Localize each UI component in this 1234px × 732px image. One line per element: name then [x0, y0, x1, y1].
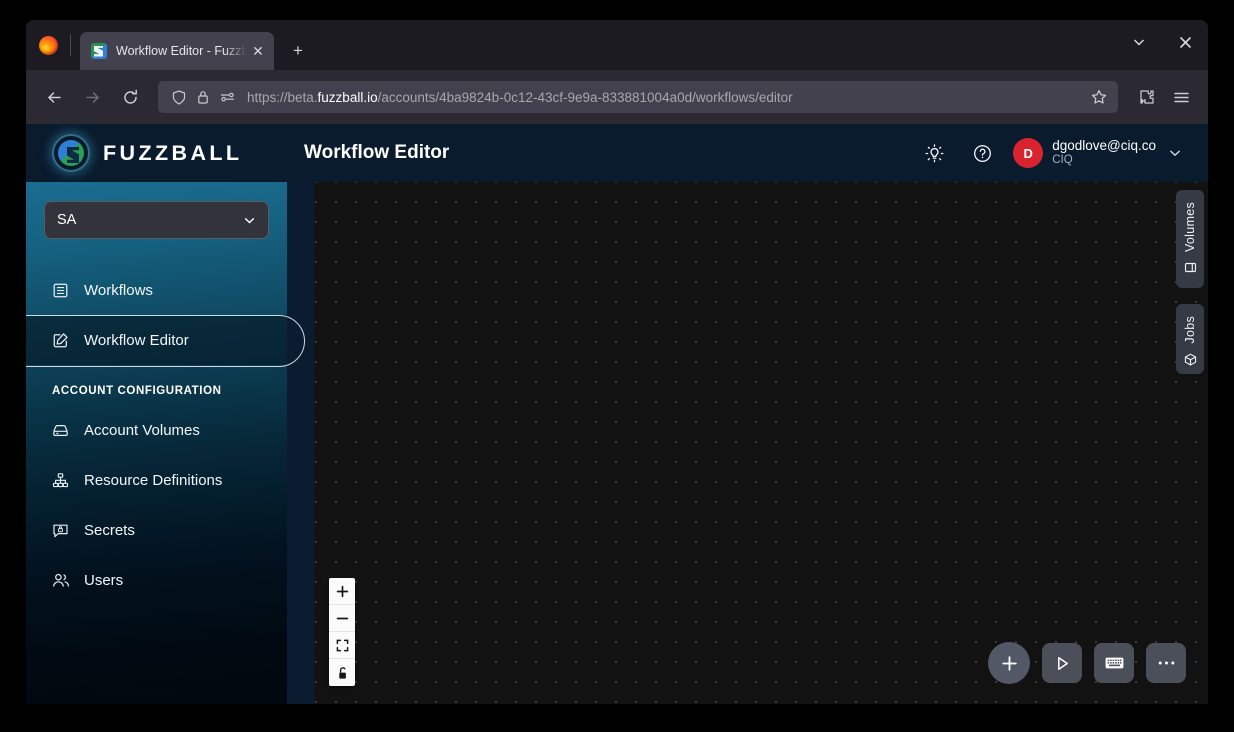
question-circle-icon[interactable] [965, 136, 999, 170]
user-org: CIQ [1052, 154, 1073, 167]
browser-nav-bar: https://beta.fuzzball.io/accounts/4ba982… [26, 70, 1208, 124]
more-options-button[interactable] [1146, 643, 1186, 683]
secret-lock-icon [52, 522, 74, 539]
hierarchy-icon [52, 472, 74, 489]
browser-tab-active[interactable]: Workflow Editor - Fuzzball ✕ [80, 32, 274, 70]
users-icon [52, 572, 74, 589]
window-controls [1116, 20, 1208, 64]
cube-icon [1184, 353, 1197, 366]
side-tab-jobs-label: Jobs [1183, 316, 1197, 344]
org-selector-value: SA [57, 212, 77, 228]
star-bookmark-icon[interactable] [1086, 84, 1112, 110]
reload-button[interactable] [114, 81, 146, 113]
url-bar[interactable]: https://beta.fuzzball.io/accounts/4ba982… [158, 81, 1118, 113]
sidebar-item-users[interactable]: Users [26, 555, 287, 605]
user-info[interactable]: dgodlove@ciq.co CIQ [1052, 138, 1156, 167]
canvas-action-bar [988, 642, 1186, 684]
sidebar-section-label: ACCOUNT CONFIGURATION [52, 385, 222, 397]
tab-strip-divider [70, 34, 71, 56]
user-email: dgodlove@ciq.co [1052, 138, 1156, 154]
app-header: FUZZBALL Workflow Editor D dgodlove@ciq.… [26, 124, 1208, 182]
sidebar-primary-nav: Workflows Workflow Editor [26, 265, 305, 367]
firefox-logo-icon [26, 20, 70, 70]
fuzzball-app: Volumes Jobs SA Workflows Workflow Edito… [26, 124, 1208, 704]
close-tab-icon[interactable]: ✕ [248, 41, 268, 61]
chevron-down-icon [243, 214, 256, 227]
canvas-side-tabs: Volumes Jobs [1176, 190, 1204, 374]
browser-window: Workflow Editor - Fuzzball ✕ + https://b… [26, 20, 1208, 704]
toggle-interactivity-button[interactable] [329, 659, 355, 686]
side-tab-volumes-label: Volumes [1183, 202, 1197, 253]
page-title: Workflow Editor [304, 142, 450, 163]
fit-view-button[interactable] [329, 632, 355, 659]
url-path: /accounts/4ba9824b-0c12-43cf-9e9a-833881… [377, 89, 793, 105]
url-host: fuzzball.io [317, 89, 378, 105]
sidebar-item-workflows-label: Workflows [84, 281, 153, 299]
brand-name: FUZZBALL [103, 140, 243, 165]
browser-tab-title: Workflow Editor - Fuzzball [116, 44, 248, 58]
editor-keyboard-button[interactable] [1094, 643, 1134, 683]
zoom-out-button[interactable] [329, 605, 355, 632]
sidebar-item-workflow-editor-label: Workflow Editor [84, 331, 189, 349]
fuzzball-favicon-icon [91, 43, 107, 59]
list-all-tabs-icon[interactable] [1116, 20, 1162, 64]
side-tab-jobs[interactable]: Jobs [1176, 304, 1204, 374]
tracking-protection-shield-icon[interactable] [169, 87, 189, 107]
sidebar-item-workflows[interactable]: Workflows [26, 265, 287, 315]
sidebar-item-resource-definitions-label: Resource Definitions [84, 471, 223, 489]
volume-cylinder-icon [1184, 261, 1197, 274]
sidebar-item-secrets[interactable]: Secrets [26, 505, 287, 555]
site-permissions-icon[interactable] [217, 87, 237, 107]
sidebar-item-workflow-editor[interactable]: Workflow Editor [26, 315, 305, 367]
back-button[interactable] [38, 81, 70, 113]
run-workflow-button[interactable] [1042, 643, 1082, 683]
close-window-icon[interactable] [1162, 20, 1208, 64]
fuzzball-logo-icon [52, 134, 90, 172]
pencil-square-icon [52, 332, 74, 349]
sidebar-item-account-volumes-label: Account Volumes [84, 421, 200, 439]
user-menu-chevron-icon[interactable] [1168, 146, 1182, 160]
new-tab-button[interactable]: + [284, 37, 312, 65]
url-scheme: https://beta. [247, 89, 318, 105]
sidebar-item-users-label: Users [84, 571, 124, 589]
add-node-button[interactable] [988, 642, 1030, 684]
workflow-canvas[interactable]: Volumes Jobs [314, 182, 1208, 704]
hamburger-menu-icon[interactable] [1166, 82, 1196, 112]
drive-icon [52, 422, 74, 439]
sidebar-item-resource-definitions[interactable]: Resource Definitions [26, 455, 287, 505]
url-text[interactable]: https://beta.fuzzball.io/accounts/4ba982… [247, 90, 1086, 105]
brand-area[interactable]: FUZZBALL [26, 124, 287, 182]
canvas-zoom-controls [329, 578, 355, 686]
sidebar-item-secrets-label: Secrets [84, 521, 135, 539]
zoom-in-button[interactable] [329, 578, 355, 605]
avatar[interactable]: D [1013, 138, 1044, 168]
header-right-group: D dgodlove@ciq.co CIQ [917, 136, 1208, 170]
forward-button[interactable] [76, 81, 108, 113]
sidebar-config-nav: Account Volumes Resource Definitions Sec… [26, 405, 287, 605]
lightbulb-icon[interactable] [917, 136, 951, 170]
browser-tab-strip: Workflow Editor - Fuzzball ✕ + [26, 20, 1208, 70]
list-box-icon [52, 282, 74, 299]
extensions-puzzle-icon[interactable] [1132, 82, 1162, 112]
side-tab-volumes[interactable]: Volumes [1176, 190, 1204, 288]
app-sidebar: SA Workflows Workflow Editor ACCOUNT CON… [26, 182, 305, 704]
padlock-icon[interactable] [193, 87, 213, 107]
org-selector[interactable]: SA [44, 201, 269, 239]
sidebar-item-account-volumes[interactable]: Account Volumes [26, 405, 287, 455]
